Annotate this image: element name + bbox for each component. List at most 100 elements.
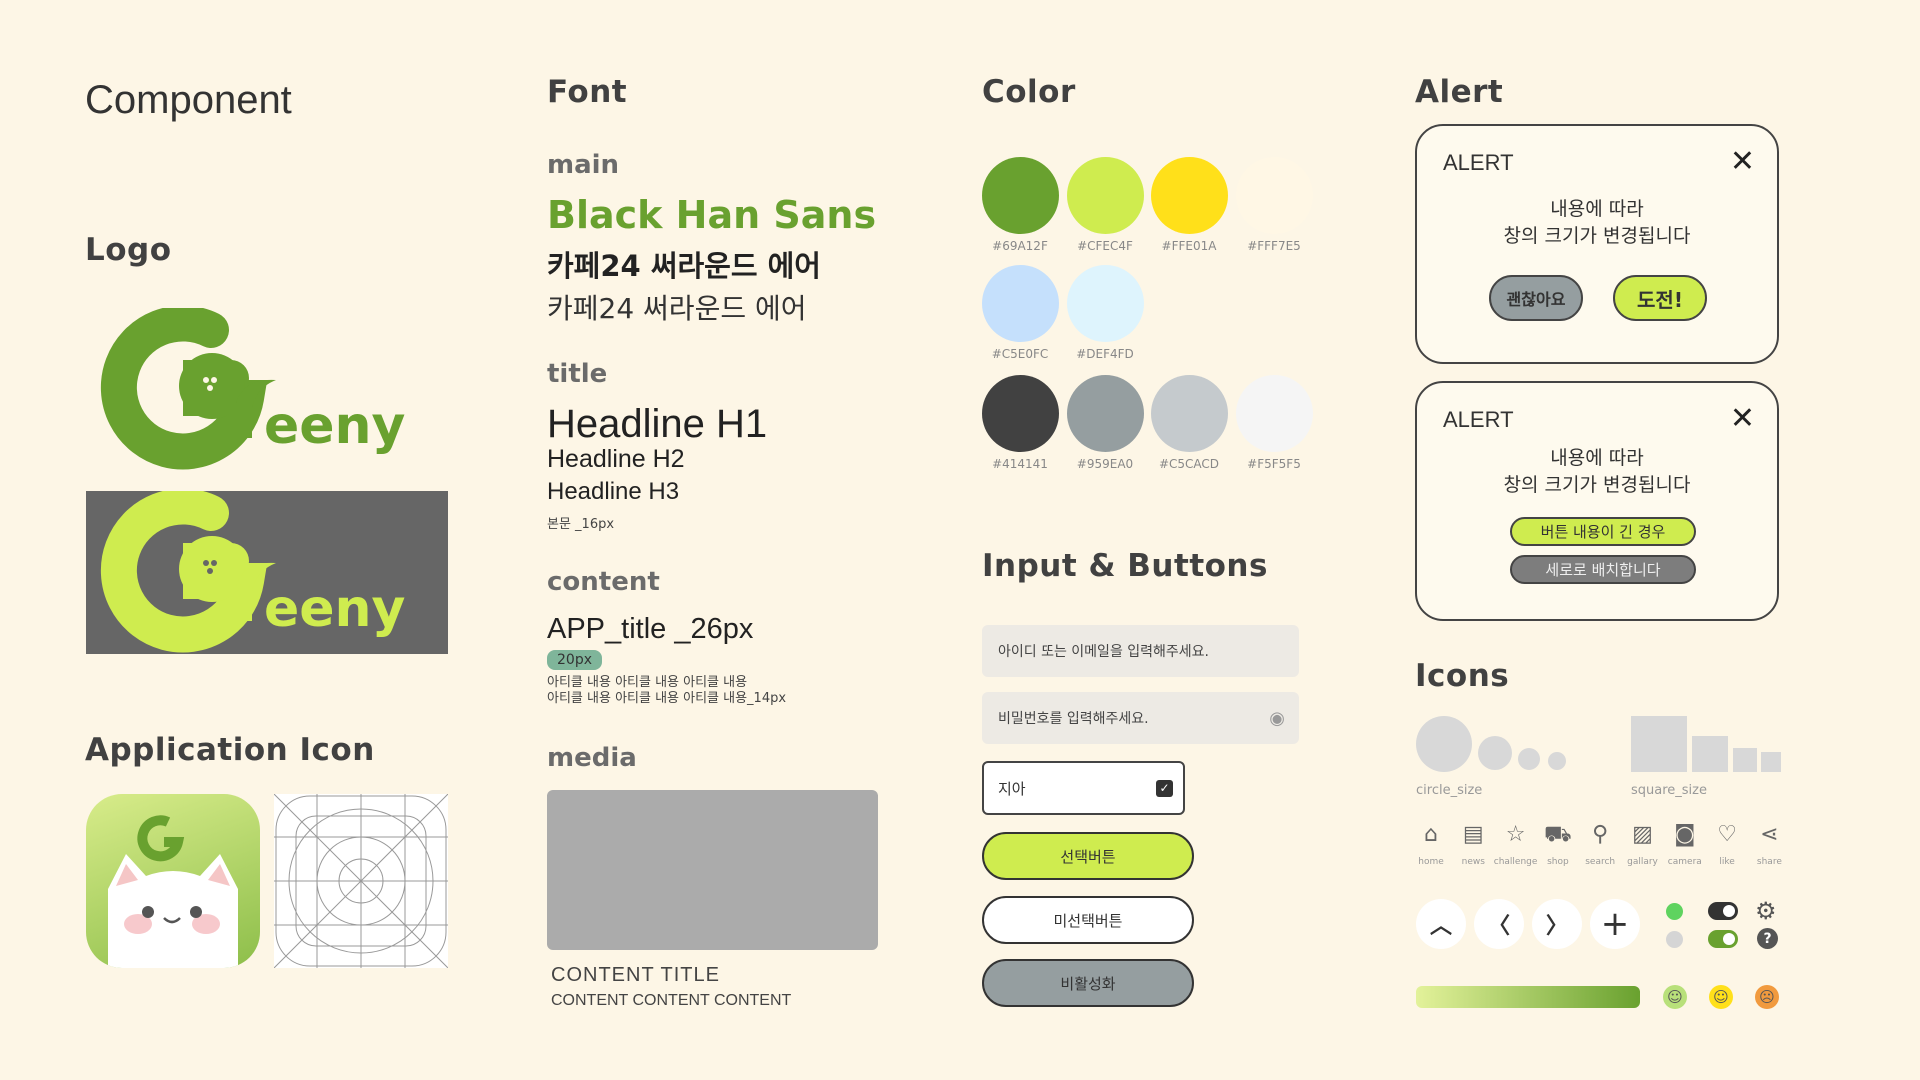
vertical-button[interactable]: 세로로 배치합니다 [1510, 555, 1696, 584]
font-section-title: Font [547, 74, 628, 110]
alert-line-1: 내용에 따라 [1550, 447, 1644, 469]
alert-title: ALERT [1443, 407, 1514, 432]
color-swatch [1067, 375, 1144, 452]
input-section-title: Input & Buttons [982, 548, 1268, 584]
square-size-label: square_size [1631, 783, 1707, 798]
alert-dialog-1: ALERT ✕ 내용에 따라 창의 크기가 변경됩니다 괜찮아요 도전! [1415, 124, 1779, 364]
color-hex-label: #C5E0FC [991, 347, 1049, 361]
circle-size-xs [1548, 752, 1566, 770]
icon-label: camera [1667, 857, 1702, 867]
toggle-on[interactable] [1708, 930, 1738, 948]
app-icon-section-title: Application Icon [85, 732, 375, 768]
icon-label: share [1756, 857, 1782, 867]
shop-icon[interactable]: ⛟ [1543, 822, 1573, 850]
circle-size-sm [1518, 748, 1540, 770]
unselected-button[interactable]: 미선택버튼 [982, 896, 1194, 944]
home-icon[interactable]: ⌂ [1416, 822, 1446, 847]
icon-label: news [1461, 857, 1485, 867]
content-title: CONTENT TITLE [551, 964, 720, 986]
toggle-off[interactable] [1708, 902, 1738, 920]
camera-icon[interactable]: ◙ [1670, 822, 1700, 847]
color-swatch [1067, 157, 1144, 234]
alert-line-2: 창의 크기가 변경됩니다 [1503, 474, 1691, 496]
help-icon[interactable]: ? [1757, 928, 1778, 949]
close-icon[interactable]: ✕ [1730, 144, 1755, 179]
color-swatch [1151, 375, 1228, 452]
content-text: CONTENT CONTENT CONTENT [551, 992, 792, 1009]
logo-light: eeny [86, 305, 448, 471]
logo-dark: eeny [86, 488, 448, 654]
gear-icon[interactable]: ⚙ [1755, 897, 1777, 925]
color-swatch [982, 157, 1059, 234]
challenge-button[interactable]: 도전! [1613, 275, 1707, 321]
color-swatch [1236, 157, 1313, 234]
password-input[interactable]: 비밀번호를 입력해주세요. ◉ [982, 692, 1299, 744]
body-size-label: 본문 _16px [547, 517, 615, 532]
icon-label: challenge [1493, 857, 1538, 867]
news-icon[interactable]: ▤ [1458, 822, 1488, 847]
content-line-2: 아티클 내용 아티클 내용 아티클 내용_14px [547, 691, 787, 706]
id-input[interactable]: 아이디 또는 이메일을 입력해주세요. [982, 625, 1299, 677]
chevron-left-icon[interactable]: 〈 [1474, 899, 1524, 949]
gallery-icon[interactable]: ▨ [1628, 822, 1658, 847]
alert-section-title: Alert [1415, 74, 1504, 110]
circle-size-label: circle_size [1416, 783, 1483, 798]
color-section-title: Color [982, 74, 1076, 110]
search-icon[interactable]: ⚲ [1585, 822, 1615, 847]
eye-off-icon[interactable]: ◉ [1269, 708, 1285, 729]
chevron-right-icon[interactable]: 〉 [1532, 899, 1582, 949]
progress-gradient-bar [1416, 986, 1640, 1008]
color-hex-label: #C5CACD [1158, 457, 1220, 471]
cancel-button[interactable]: 괜찮아요 [1489, 275, 1583, 321]
font-kr-sample: 카페24 써라운드 에어 [547, 292, 807, 325]
content-line-1: 아티클 내용 아티클 내용 아티클 내용 [547, 675, 748, 690]
icon-label: home [1418, 857, 1444, 867]
font-main-sample: Black Han Sans [547, 193, 877, 237]
headline-h2: Headline H2 [547, 445, 685, 473]
square-size-lg [1631, 716, 1687, 772]
plus-icon[interactable]: + [1590, 899, 1640, 949]
alert-line-1: 내용에 따라 [1550, 198, 1644, 220]
icon-label: gallary [1627, 857, 1658, 867]
logo-section-title: Logo [85, 232, 172, 268]
color-hex-label: #FFE01A [1161, 239, 1217, 253]
app-icon-grid [273, 793, 449, 969]
checkbox-field[interactable]: 지아 ✓ [982, 761, 1185, 815]
close-icon[interactable]: ✕ [1730, 401, 1755, 436]
challenge-icon[interactable]: ☆ [1501, 822, 1531, 847]
page-title: Component [85, 78, 292, 122]
color-hex-label: #959EA0 [1076, 457, 1134, 471]
disabled-button: 비활성화 [982, 959, 1194, 1007]
font-title-label: title [547, 359, 608, 389]
color-hex-label: #414141 [992, 457, 1048, 471]
check-icon[interactable]: ✓ [1156, 779, 1173, 797]
app-icon [86, 794, 260, 968]
icon-label: search [1585, 857, 1616, 867]
emotion-face-icon[interactable]: ☺ [1663, 985, 1687, 1009]
color-hex-label: #DEF4FD [1076, 347, 1134, 361]
status-dot-active [1666, 903, 1683, 920]
headline-h1: Headline H1 [547, 402, 768, 446]
color-hex-label: #FFF7E5 [1247, 239, 1301, 253]
chevron-up-icon[interactable]: ︿ [1416, 899, 1466, 949]
media-placeholder [547, 790, 878, 950]
emotion-face-icon[interactable]: ☺ [1709, 985, 1733, 1009]
like-icon[interactable]: ♡ [1712, 822, 1742, 847]
square-size-sm [1733, 748, 1757, 772]
color-hex-label: #F5F5F5 [1247, 457, 1301, 471]
font-media-label: media [547, 743, 637, 773]
long-label-button[interactable]: 버튼 내용이 긴 경우 [1510, 517, 1696, 546]
size-pill: 20px [547, 649, 602, 670]
circle-size-md [1478, 736, 1512, 770]
font-main-label: main [547, 150, 620, 180]
status-dot-inactive [1666, 931, 1683, 948]
share-icon[interactable]: ⋖ [1754, 822, 1784, 847]
emotion-face-icon[interactable]: ☹ [1755, 985, 1779, 1009]
selected-button[interactable]: 선택버튼 [982, 832, 1194, 880]
color-swatch [1151, 157, 1228, 234]
font-kr-bold-sample: 카페24 써라운드 에어 [547, 249, 821, 283]
app-title-sample: APP_title _26px [547, 613, 754, 645]
color-hex-label: #CFEC4F [1077, 239, 1133, 253]
icons-section-title: Icons [1415, 658, 1510, 694]
color-swatch [982, 265, 1059, 342]
